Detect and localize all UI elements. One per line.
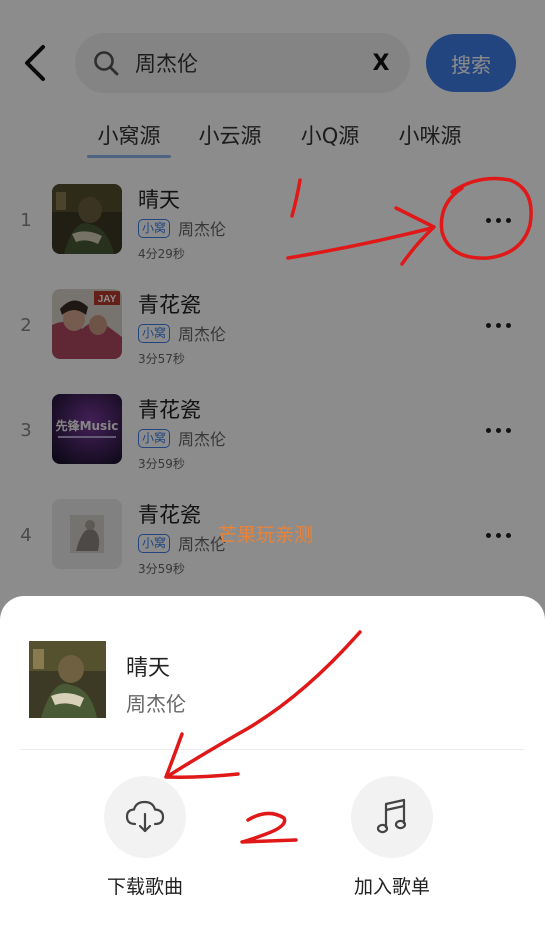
sheet-song-artist: 周杰伦 — [126, 692, 186, 716]
music-note-icon — [376, 798, 407, 834]
cloud-download-icon — [125, 800, 165, 833]
sheet-album-cover — [29, 641, 106, 718]
download-circle — [104, 776, 186, 858]
divider — [20, 749, 525, 750]
song-action-sheet: 晴天 周杰伦 下载歌曲 加入歌单 — [0, 596, 545, 933]
playlist-circle — [351, 776, 433, 858]
watermark-text: 芒果玩亲测 — [218, 524, 314, 546]
playlist-label: 加入歌单 — [353, 876, 430, 898]
download-label: 下载歌曲 — [106, 876, 183, 898]
sheet-song-title: 晴天 — [126, 656, 171, 681]
download-song-button[interactable]: 下载歌曲 — [85, 776, 205, 899]
add-to-playlist-button[interactable]: 加入歌单 — [332, 776, 452, 899]
